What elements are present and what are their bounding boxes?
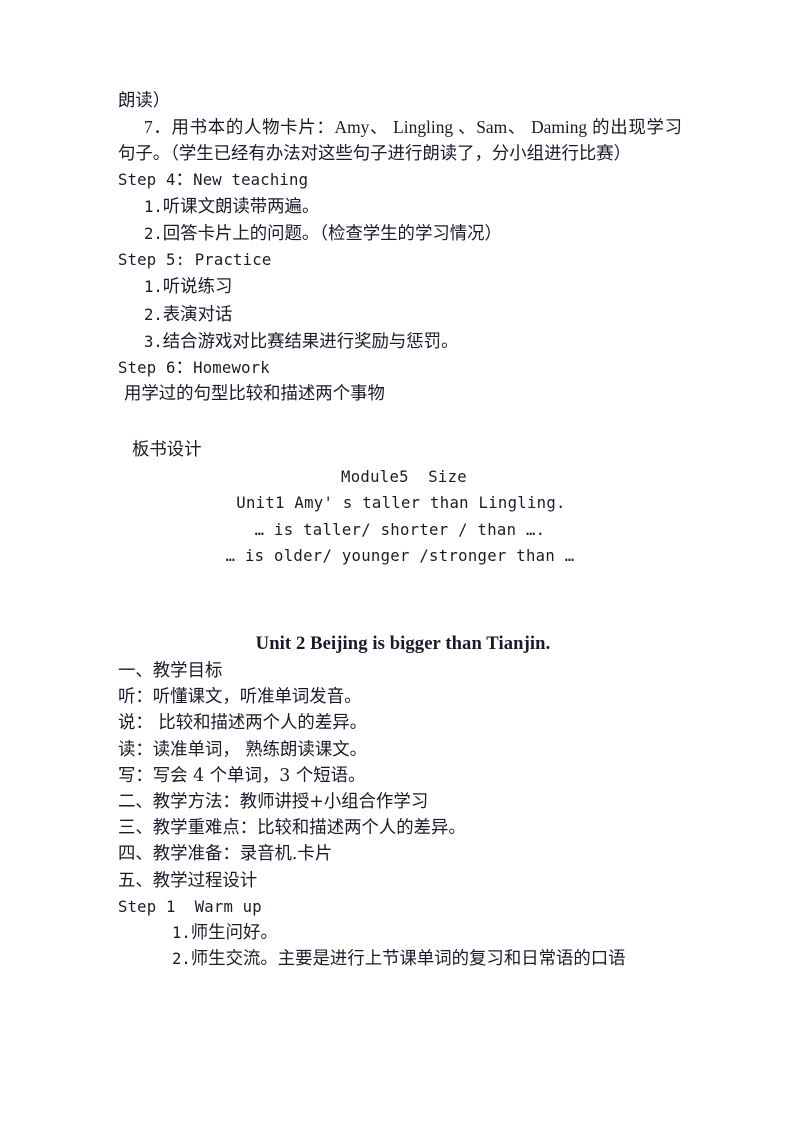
- step-6-body: 用学过的句型比较和描述两个事物: [124, 384, 385, 405]
- list-item: 1.听课文朗读带两遍。: [118, 193, 682, 220]
- list-item-text: 师生问好。: [190, 923, 278, 944]
- list-item-number: 1.: [172, 924, 191, 943]
- step-4-colon: ：: [175, 169, 194, 190]
- list-item: 1.听说练习: [118, 273, 682, 300]
- goal-reading: 读：读准单词， 熟练朗读课文。: [118, 739, 367, 760]
- list-item: 2.回答卡片上的问题。（检查学生的学习情况）: [118, 220, 682, 247]
- section-heading-4: 四、教学准备：录音机.卡片: [118, 844, 333, 865]
- list-item-text: 表演对话: [162, 304, 233, 325]
- step-4-title: New teaching: [193, 170, 309, 189]
- board-design-label: 板书设计: [132, 440, 202, 461]
- list-item: 3.结合游戏对比赛结果进行奖励与惩罚。: [118, 328, 682, 355]
- unit-2-step-1-heading: Step 1 Warm up: [118, 897, 262, 916]
- step-4-label: Step 4: [118, 170, 176, 189]
- list-item-number: 1.: [144, 197, 163, 216]
- list-item: 2.表演对话: [118, 301, 682, 328]
- list-item-7: 7．用书本的人物卡片：Amy、 Lingling 、Sam、 Daming 的出…: [118, 117, 682, 164]
- section-heading-3: 三、教学重难点：比较和描述两个人的差异。: [118, 818, 466, 839]
- board-design-line: … is taller/ shorter / than ….: [254, 520, 546, 539]
- list-item-number: 2.: [172, 950, 191, 969]
- board-design-line: … is older/ younger /stronger than …: [225, 547, 575, 566]
- list-item: 1.师生问好。: [118, 920, 682, 946]
- goal-speaking: 说： 比较和描述两个人的差异。: [118, 713, 367, 734]
- list-item-number: 1.: [144, 278, 163, 297]
- paragraph-langdu-tail: 朗读）: [118, 91, 171, 111]
- document-page: 朗读） 7．用书本的人物卡片：Amy、 Lingling 、Sam、 Damin…: [0, 0, 794, 1123]
- section-heading-1: 一、教学目标: [118, 661, 223, 682]
- section-heading-2: 二、教学方法：教师讲授+小组合作学习: [118, 792, 429, 813]
- board-design-line: Unit1 Amy' s taller than Lingling.: [236, 494, 566, 513]
- board-design-line: Module5 Size: [341, 467, 467, 486]
- goal-writing: 写：写会 4 个单词，3 个短语。: [118, 765, 366, 786]
- step-6-title: Homework: [193, 359, 270, 378]
- step-6-label: Step 6: [118, 359, 176, 378]
- step-6-colon: ：: [175, 358, 194, 379]
- list-item: 2.师生交流。主要是进行上节课单词的复习和日常语的口语: [118, 946, 682, 972]
- list-item-text: 听说练习: [162, 277, 233, 298]
- list-item-number: 3.: [144, 332, 163, 351]
- list-item-number: 2.: [144, 225, 163, 244]
- list-item-text: 听课文朗读带两遍。: [162, 196, 320, 217]
- step-5-heading: Step 5: Practice: [118, 251, 272, 270]
- step-4-heading: Step 4：New teaching: [118, 167, 682, 193]
- list-item-text: 回答卡片上的问题。（检查学生的学习情况）: [162, 224, 502, 245]
- list-item-text: 结合游戏对比赛结果进行奖励与惩罚。: [162, 331, 459, 352]
- section-heading-5: 五、教学过程设计: [118, 870, 258, 891]
- goal-listening: 听：听懂课文，听准单词发音。: [118, 687, 362, 708]
- step-6-heading: Step 6：Homework: [118, 355, 682, 381]
- list-item-number: 2.: [144, 305, 163, 324]
- document-body: 朗读） 7．用书本的人物卡片：Amy、 Lingling 、Sam、 Damin…: [118, 88, 682, 972]
- unit-2-heading: Unit 2 Beijing is bigger than Tianjin.: [255, 633, 551, 655]
- list-item-text: 师生交流。主要是进行上节课单词的复习和日常语的口语: [190, 949, 626, 970]
